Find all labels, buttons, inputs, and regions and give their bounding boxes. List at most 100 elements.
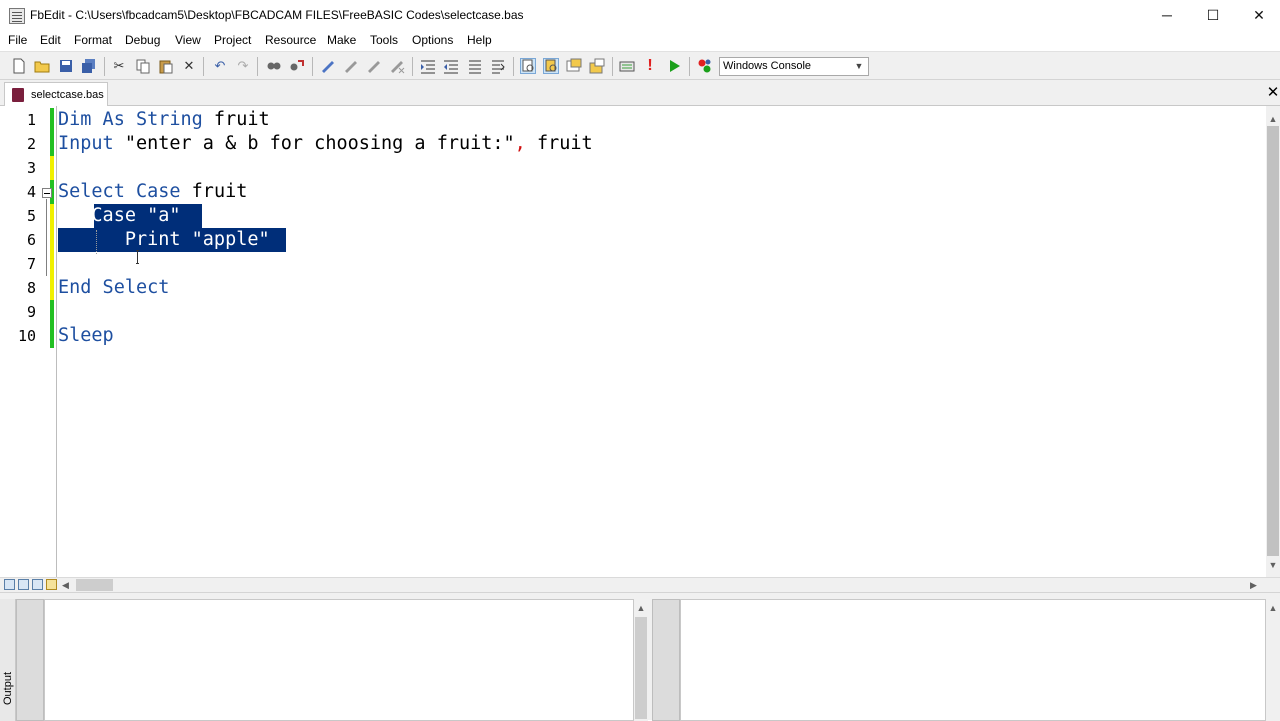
selected-text: Print "apple" [58,229,270,250]
menu-project[interactable]: Project [214,33,251,47]
close-tab-button[interactable]: ✕ [1266,84,1280,102]
toggle-tabtools-icon[interactable] [589,58,605,74]
previous-bookmark-icon[interactable] [366,58,382,74]
line-number: 5 [26,207,36,225]
menu-debug[interactable]: Debug [125,33,160,47]
outdent-icon[interactable] [443,58,459,74]
maximize-button[interactable]: ☐ [1190,0,1236,31]
scroll-thumb[interactable] [635,617,647,719]
scroll-up-arrow-icon[interactable]: ▲ [634,603,648,613]
collapse-all-icon[interactable] [46,579,57,590]
scroll-right-arrow-icon[interactable]: ▶ [1250,578,1260,592]
line-number: 4 [26,183,36,201]
editor-status-strip: ◀ ▶ [0,577,1280,592]
toggle-properties-icon[interactable] [566,58,582,74]
cut-icon[interactable]: ✂ [111,58,127,74]
code-line-5: Case "a" [58,204,180,228]
tab-label: selectcase.bas [31,89,104,101]
undo-icon[interactable]: ↶ [212,58,228,74]
run-icon[interactable] [666,58,682,74]
toolbar-separator [612,57,613,76]
toolbar-separator [312,57,313,76]
output-scrollbar[interactable]: ▲ [634,599,648,721]
code-line-2: Input "enter a & b for choosing a fruit:… [58,132,593,156]
scroll-up-arrow-icon[interactable]: ▲ [1266,114,1280,126]
menu-tools[interactable]: Tools [370,33,398,47]
output-label: Output [2,671,14,705]
line-numbers-toggle-icon[interactable] [18,579,29,590]
line-number: 2 [26,135,36,153]
code-line-4: Select Case fruit [58,180,247,204]
indent-icon[interactable] [420,58,436,74]
build-type-value: Windows Console [723,60,812,72]
expand-all-icon[interactable] [32,579,43,590]
toolbar-separator [513,57,514,76]
output-side-tab[interactable]: Output [0,599,16,721]
line-number: 1 [26,111,36,129]
copy-icon[interactable] [135,58,151,74]
menu-file[interactable]: File [8,33,27,47]
window-title: FbEdit - C:\Users\fbcadcam5\Desktop\FBCA… [30,8,524,22]
save-all-icon[interactable] [81,58,97,74]
menu-edit[interactable]: Edit [40,33,61,47]
title-bar: FbEdit - C:\Users\fbcadcam5\Desktop\FBCA… [0,0,1280,31]
identifier: fruit [180,181,248,202]
comment-icon[interactable] [467,58,483,74]
uncomment-icon[interactable] [490,58,506,74]
menu-resource[interactable]: Resource [265,33,316,47]
immediate-text-area[interactable] [680,599,1266,721]
fold-guide [46,199,47,276]
scroll-down-arrow-icon[interactable]: ▼ [1266,560,1280,572]
clear-bookmarks-icon[interactable] [389,58,405,74]
horizontal-scroll-thumb[interactable] [76,579,113,591]
line-number: 3 [26,159,36,177]
menu-help[interactable]: Help [467,33,492,47]
redo-icon[interactable]: ↷ [235,58,251,74]
immediate-margin [652,599,680,721]
immediate-scrollbar[interactable]: ▲ [1266,599,1280,721]
modified-change-bar [50,204,54,300]
menu-format[interactable]: Format [74,33,112,47]
saved-change-bar [50,300,54,348]
code-editor[interactable]: 1 2 3 4 5 6 7 8 9 10 Dim As String fruit… [0,106,1266,577]
open-file-icon[interactable] [34,58,50,74]
identifier: fruit [202,109,270,130]
close-window-button[interactable]: ✕ [1236,0,1280,31]
output-text-area[interactable] [44,599,634,721]
scroll-left-arrow-icon[interactable]: ◀ [62,578,72,592]
paste-icon[interactable] [158,58,174,74]
code-line-8: End Select [58,276,169,300]
output-panel: Output ▲ ▲ [0,592,1280,721]
menu-make[interactable]: Make [327,33,356,47]
scroll-up-arrow-icon[interactable]: ▲ [1266,603,1280,613]
toggle-project-icon[interactable] [543,58,559,74]
toggle-bookmark-icon[interactable] [320,58,336,74]
menu-view[interactable]: View [175,33,201,47]
chevron-down-icon[interactable]: ▼ [853,58,865,75]
editor-vertical-scrollbar[interactable]: ▲ ▼ [1266,106,1280,577]
keyword: Dim As String [58,109,203,130]
build-type-select[interactable]: Windows Console ▼ [719,57,869,76]
delete-icon[interactable]: ✕ [181,58,197,74]
collapse-block-icon[interactable] [42,188,52,198]
new-file-icon[interactable] [11,58,27,74]
compile-icon[interactable] [619,58,635,74]
find-icon[interactable] [266,58,282,74]
menu-options[interactable]: Options [412,33,453,47]
save-icon[interactable] [58,58,74,74]
saved-change-bar [50,108,54,156]
build-icon[interactable]: ! [642,58,658,74]
app-icon[interactable] [9,8,25,24]
output-margin [16,599,44,721]
scroll-thumb[interactable] [1267,126,1279,556]
split-view-icon[interactable] [4,579,15,590]
minimize-button[interactable]: ─ [1144,0,1190,31]
tab-selectcase-bas[interactable]: selectcase.bas [4,82,108,106]
next-bookmark-icon[interactable] [343,58,359,74]
debug-icon[interactable] [697,58,713,74]
replace-icon[interactable] [289,58,305,74]
punctuation: , [514,133,526,154]
toggle-output-icon[interactable] [520,58,536,74]
keyword: Sleep [58,325,114,346]
